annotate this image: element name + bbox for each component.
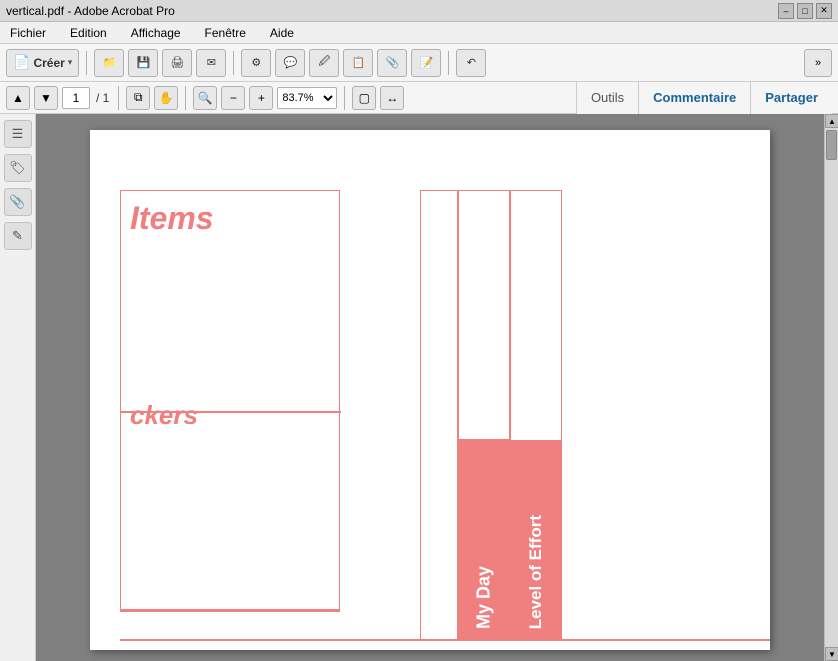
next-page-button[interactable]: ▼ xyxy=(34,86,58,110)
separator5 xyxy=(185,86,186,110)
right-columns-container: My Day Level of Effort xyxy=(420,190,562,640)
print-button[interactable]: 🖨 xyxy=(162,49,192,77)
select-tool-button[interactable]: ⧉ xyxy=(126,86,150,110)
zoom-in-button[interactable]: 🔍 xyxy=(193,86,217,110)
save-button[interactable]: 💾 xyxy=(128,49,158,77)
scroll-track[interactable] xyxy=(825,128,838,647)
column-myday: My Day xyxy=(458,190,510,640)
loe-top-white xyxy=(511,191,561,441)
toolbar2: ▲ ▼ / 1 ⧉ ✋ 🔍 − + 83.7% 50% 75% 100% 125… xyxy=(0,82,838,114)
sidebar-bookmarks-icon[interactable]: 🏷 xyxy=(4,154,32,182)
toolbar1: 📄 Créer ▾ 📁 💾 🖨 ✉ ⚙ 💬 🖉 📋 📎 📝 ↶ » xyxy=(0,44,838,82)
scroll-down-button[interactable]: ▼ xyxy=(825,647,838,661)
page-input[interactable] xyxy=(62,87,90,109)
creer-icon: 📄 xyxy=(13,54,30,71)
fit-width-button[interactable]: ↔ xyxy=(380,86,404,110)
menu-fichier[interactable]: Fichier xyxy=(6,24,50,42)
separator3 xyxy=(448,51,449,75)
menubar: Fichier Edition Affichage Fenêtre Aide xyxy=(0,22,838,44)
sidebar-sign-icon[interactable]: ✎ xyxy=(4,222,32,250)
attach-button[interactable]: 📎 xyxy=(377,49,407,77)
close-button[interactable]: ✕ xyxy=(816,3,832,19)
creer-button[interactable]: 📄 Créer ▾ xyxy=(6,49,79,77)
titlebar: vertical.pdf - Adobe Acrobat Pro – □ ✕ xyxy=(0,0,838,22)
column-loe: Level of Effort xyxy=(510,190,562,640)
partager-button[interactable]: Partager xyxy=(750,82,832,114)
scroll-thumb[interactable] xyxy=(826,130,837,160)
loe-text: Level of Effort xyxy=(526,515,546,629)
scroll-up-button[interactable]: ▲ xyxy=(825,114,838,128)
minimize-button[interactable]: – xyxy=(778,3,794,19)
titlebar-title: vertical.pdf - Adobe Acrobat Pro xyxy=(6,4,175,18)
maximize-button[interactable]: □ xyxy=(797,3,813,19)
menu-affichage[interactable]: Affichage xyxy=(127,24,185,42)
fit-page-button[interactable]: ▢ xyxy=(352,86,376,110)
page-separator: / 1 xyxy=(96,91,109,105)
zoom-add-button[interactable]: + xyxy=(249,86,273,110)
form-button[interactable]: 📝 xyxy=(411,49,441,77)
open-button[interactable]: 📁 xyxy=(94,49,124,77)
panel-buttons: Outils Commentaire Partager xyxy=(576,82,832,114)
toolbar-expand: » xyxy=(804,49,832,77)
sidebar-attachments-icon[interactable]: 📎 xyxy=(4,188,32,216)
bottom-horizontal-line xyxy=(120,639,770,641)
sidebar: ☰ 🏷 📎 ✎ xyxy=(0,114,36,661)
pdf-content: Items ckers My Day xyxy=(90,130,770,650)
scrollbar-right[interactable]: ▲ ▼ xyxy=(824,114,838,661)
zoom-select[interactable]: 83.7% 50% 75% 100% 125% 150% xyxy=(277,87,337,109)
stamp-button[interactable]: 📋 xyxy=(343,49,373,77)
window-controls: – □ ✕ xyxy=(778,3,832,19)
column-1 xyxy=(420,190,458,640)
separator2 xyxy=(233,51,234,75)
comment-button[interactable]: 💬 xyxy=(275,49,305,77)
separator6 xyxy=(344,86,345,110)
menu-edition[interactable]: Edition xyxy=(66,24,111,42)
cursor-button[interactable]: ↶ xyxy=(456,49,486,77)
separator4 xyxy=(118,86,119,110)
zoom-out-button[interactable]: − xyxy=(221,86,245,110)
settings-button[interactable]: ⚙ xyxy=(241,49,271,77)
left-table-box xyxy=(120,190,340,610)
myday-white-box xyxy=(459,386,509,441)
left-table-inner-line xyxy=(121,411,341,413)
left-table-bottom-line xyxy=(120,610,340,612)
expand-button[interactable]: » xyxy=(804,49,832,77)
pdf-page: Items ckers My Day xyxy=(90,130,770,650)
commentaire-button[interactable]: Commentaire xyxy=(638,82,750,114)
main-area: ☰ 🏷 📎 ✎ Items ckers xyxy=(0,114,838,661)
pdf-canvas-area: Items ckers My Day xyxy=(36,114,824,661)
sidebar-pages-icon[interactable]: ☰ xyxy=(4,120,32,148)
email-button[interactable]: ✉ xyxy=(196,49,226,77)
hand-tool-button[interactable]: ✋ xyxy=(154,86,178,110)
separator1 xyxy=(86,51,87,75)
prev-page-button[interactable]: ▲ xyxy=(6,86,30,110)
menu-fenetre[interactable]: Fenêtre xyxy=(201,24,250,42)
creer-label: Créer xyxy=(33,56,64,70)
outils-button[interactable]: Outils xyxy=(576,82,638,114)
markup-button[interactable]: 🖉 xyxy=(309,49,339,77)
creer-arrow-icon: ▾ xyxy=(68,57,73,68)
menu-aide[interactable]: Aide xyxy=(266,24,298,42)
myday-text: My Day xyxy=(474,566,495,629)
